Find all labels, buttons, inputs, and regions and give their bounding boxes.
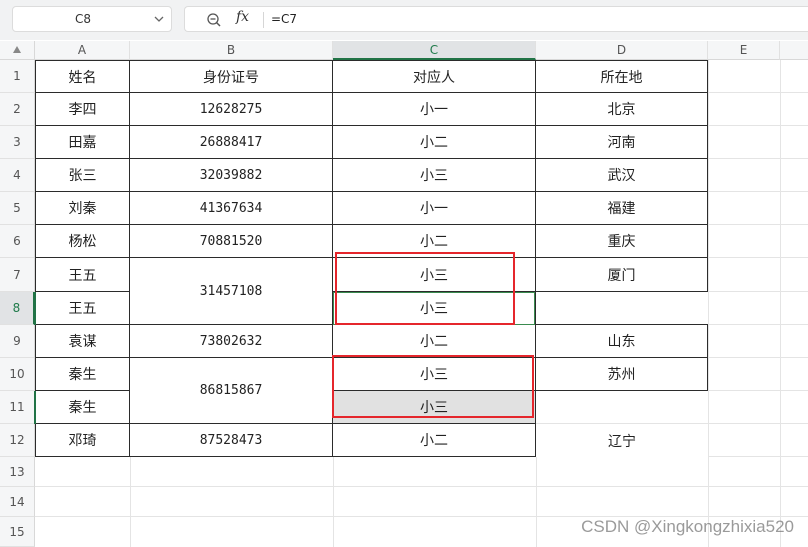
cell-location[interactable]: 北京 [536,93,708,126]
cell-id[interactable]: 70881520 [130,225,333,258]
row-11-selection-mark [34,391,36,424]
cell-name[interactable]: 秦生 [35,391,130,424]
row-header-10[interactable]: 10 [0,358,35,391]
cell-location[interactable]: 山东 [536,324,708,358]
header-cell-name[interactable]: 姓名 [35,60,130,93]
row-8-selection-mark [34,292,36,325]
cell-location[interactable]: 福建 [536,192,708,225]
cell-id[interactable]: 87528473 [130,424,333,457]
header-cell-location[interactable]: 所在地 [536,60,708,93]
cell-contact[interactable]: 小二 [333,424,536,457]
cell-name[interactable]: 秦生 [35,358,130,391]
row-header-11[interactable]: 11 [0,391,35,424]
cell-contact[interactable]: 小三 [333,258,536,292]
fx-icon[interactable]: fx [236,9,249,25]
merged-cell-id[interactable]: 86815867 [130,358,333,424]
cell-id[interactable]: 73802632 [130,325,333,358]
cell-contact[interactable]: 小一 [333,93,536,126]
row-header-8[interactable]: 8 [0,292,35,325]
row-header-1[interactable]: 1 [0,60,35,93]
cell-id[interactable]: 12628275 [130,93,333,126]
cell-id[interactable]: 32039882 [130,159,333,192]
name-box-value: C8 [74,12,91,26]
cell-id[interactable]: 26888417 [130,126,333,159]
row-header-4[interactable]: 4 [0,159,35,192]
column-header-d[interactable]: D [536,41,708,60]
cell-name[interactable]: 邓琦 [35,423,130,457]
cell-name[interactable]: 张三 [35,159,130,192]
cell-location[interactable]: 重庆 [536,225,708,258]
cell-contact[interactable]: 小二 [333,325,536,358]
select-all-corner[interactable] [0,41,35,60]
row-header-3[interactable]: 3 [0,126,35,159]
cell-contact[interactable]: 小一 [333,192,536,225]
watermark: CSDN @Xingkongzhixia520 [581,517,794,536]
gridline [780,60,781,547]
formula-input[interactable]: =C7 [271,7,297,31]
gridline [708,60,709,547]
name-box[interactable]: C8 [12,6,172,32]
merged-cell-id[interactable]: 31457108 [130,258,333,325]
column-header-a[interactable]: A [35,41,130,60]
cell-name[interactable]: 王五 [35,258,130,292]
row-header-2[interactable]: 2 [0,93,35,126]
row-header-15[interactable]: 15 [0,517,35,547]
cell-name[interactable]: 杨松 [35,225,130,258]
chevron-down-icon[interactable] [153,13,165,25]
row-header-7[interactable]: 7 [0,258,35,292]
formula-toolbar: C8 fx =C7 [0,0,808,40]
header-cell-contact[interactable]: 对应人 [333,60,536,93]
row-header-6[interactable]: 6 [0,225,35,258]
row-header-9[interactable]: 9 [0,325,35,358]
cell-name[interactable]: 李四 [35,93,130,126]
gridline [35,486,808,487]
cell-location[interactable]: 河南 [536,126,708,159]
row-header-5[interactable]: 5 [0,192,35,225]
cell-location[interactable] [536,292,708,324]
cell-contact-selected[interactable]: 小三 [333,292,536,325]
row-header-13[interactable]: 13 [0,457,35,487]
row-header-12[interactable]: 12 [0,424,35,457]
cell-location[interactable]: 苏州 [536,358,708,391]
row-header-14[interactable]: 14 [0,487,35,517]
cell-location[interactable]: 辽宁 [536,424,708,457]
cell-name[interactable]: 田嘉 [35,126,130,159]
formula-separator [263,12,264,28]
select-all-icon [13,46,21,53]
cell-contact[interactable]: 小三 [333,391,536,424]
cell-id[interactable]: 41367634 [130,192,333,225]
cell-location[interactable] [536,391,708,423]
column-header-c[interactable]: C [333,41,536,60]
formula-bar[interactable]: fx =C7 [184,6,808,32]
cell-name[interactable]: 刘秦 [35,192,130,225]
column-header-b[interactable]: B [130,41,333,60]
cell-location[interactable]: 武汉 [536,159,708,192]
cell-contact[interactable]: 小三 [333,358,536,391]
cell-contact[interactable]: 小三 [333,159,536,192]
cell-name[interactable]: 王五 [35,292,130,325]
zoom-icon[interactable] [206,12,222,28]
cell-location[interactable]: 厦门 [536,258,708,292]
cell-name[interactable]: 袁谋 [35,324,130,358]
column-header-e[interactable]: E [708,41,780,60]
cell-contact[interactable]: 小二 [333,126,536,159]
cell-contact[interactable]: 小二 [333,225,536,258]
column-header-f[interactable] [780,41,808,60]
header-cell-id[interactable]: 身份证号 [130,60,333,93]
